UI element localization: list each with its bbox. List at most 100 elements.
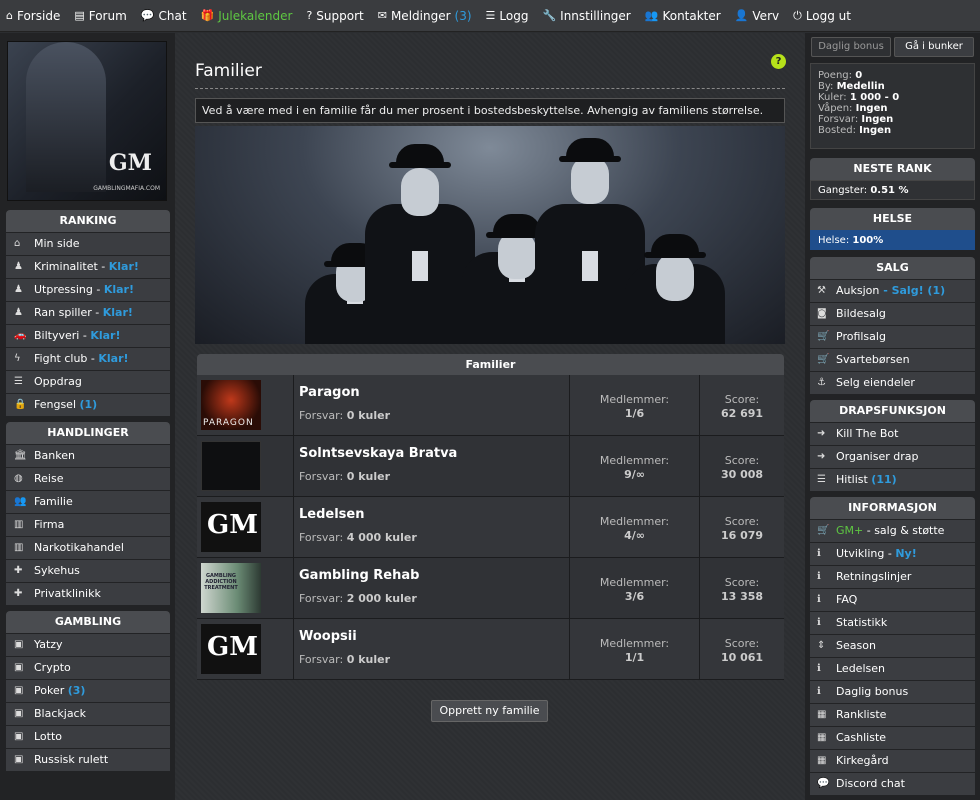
sidebar-item-ran-spiller[interactable]: ♟ Ran spiller - Klar! bbox=[6, 302, 170, 324]
nav-innstillinger[interactable]: 🔧 Innstillinger bbox=[542, 9, 630, 23]
nav-meldinger[interactable]: ✉ Meldinger (3) bbox=[378, 9, 472, 23]
daily-bonus-button[interactable]: Daglig bonus bbox=[811, 37, 891, 57]
sidebar-item-daglig-bonus[interactable]: ℹ Daglig bonus bbox=[810, 681, 975, 703]
sidebar-item-auksjon[interactable]: ⚒ Auksjon - Salg! (1) bbox=[810, 280, 975, 302]
sidebar-item-cashliste[interactable]: ▦ Cashliste bbox=[810, 727, 975, 749]
family-row: GM Ledelsen Forsvar: 4 000 kuler Medlemmer:… bbox=[197, 497, 784, 558]
family-name-link[interactable]: Solntsevskaya Bratva bbox=[299, 446, 569, 461]
sidebar-item-faq[interactable]: ℹ FAQ bbox=[810, 589, 975, 611]
sidebar-item-label: Blackjack bbox=[34, 707, 86, 720]
table-icon: ▦ bbox=[817, 709, 827, 720]
family-logo[interactable] bbox=[201, 441, 261, 491]
sidebar-item-retningslinjer[interactable]: ℹ Retningslinjer bbox=[810, 566, 975, 588]
members-cell: Medlemmer: 3/6 bbox=[570, 558, 700, 618]
chat-icon: 💬 bbox=[817, 778, 830, 789]
defense-value: 2 000 kuler bbox=[346, 592, 417, 605]
handlinger-menu: HANDLINGER 🏛 Banken ◍ Reise 👥 Familie ▥ Firma ▥ N… bbox=[6, 422, 170, 605]
sidebar-item-biltyveri[interactable]: 🚗 Biltyveri - Klar! bbox=[6, 325, 170, 347]
nav-kontakter[interactable]: 👥 Kontakter bbox=[645, 9, 721, 23]
members-label: Medlemmer: bbox=[599, 454, 670, 467]
nav-chat[interactable]: 💬 Chat bbox=[141, 9, 187, 23]
sidebar-item-hitlist[interactable]: ☰ Hitlist (11) bbox=[810, 469, 975, 491]
members-value: 4/∞ bbox=[624, 529, 645, 542]
family-name-link[interactable]: Gambling Rehab bbox=[299, 568, 569, 583]
family-name-link[interactable]: Paragon bbox=[299, 385, 569, 400]
sidebar-item-blackjack[interactable]: ▣ Blackjack bbox=[6, 703, 170, 725]
sidebar-item-poker[interactable]: ▣ Poker (3) bbox=[6, 680, 170, 702]
sidebar-item-yatzy[interactable]: ▣ Yatzy bbox=[6, 634, 170, 656]
sidebar-item-svartebørsen[interactable]: 🛒 Svartebørsen bbox=[810, 349, 975, 371]
sidebar-item-russisk-rulett[interactable]: ▣ Russisk rulett bbox=[6, 749, 170, 771]
sidebar-item-reise[interactable]: ◍ Reise bbox=[6, 468, 170, 490]
nav-forside[interactable]: ⌂ Forside bbox=[6, 9, 60, 23]
sidebar-item-season[interactable]: ⇕ Season bbox=[810, 635, 975, 657]
salg-menu: SALG ⚒ Auksjon - Salg! (1) ◙ Bildesalg 🛒 Prof… bbox=[810, 257, 975, 394]
sidebar-item-utvikling[interactable]: ℹ Utvikling - Ny! bbox=[810, 543, 975, 565]
sidebar-item-profilsalg[interactable]: 🛒 Profilsalg bbox=[810, 326, 975, 348]
nav-logg-ut[interactable]: ⏻ Logg ut bbox=[793, 9, 851, 23]
globe-icon: ◍ bbox=[14, 473, 23, 484]
family-name-cell: Gambling Rehab Forsvar: 2 000 kuler bbox=[294, 558, 570, 618]
sidebar-item-sykehus[interactable]: ✚ Sykehus bbox=[6, 560, 170, 582]
face bbox=[656, 253, 694, 301]
status-badge: (3) bbox=[67, 684, 86, 697]
sidebar-item-kill-the-bot[interactable]: ➜ Kill The Bot bbox=[810, 423, 975, 445]
nav-julekalender[interactable]: 🎁 Julekalender bbox=[201, 9, 293, 23]
sidebar-item-banken[interactable]: 🏛 Banken bbox=[6, 445, 170, 467]
sidebar-item-min-side[interactable]: ⌂ Min side bbox=[6, 233, 170, 255]
sidebar-item-gm+[interactable]: 🛒 GM+ - salg & støtte bbox=[810, 520, 975, 542]
score-cell: Score: 30 008 bbox=[700, 436, 784, 496]
list-icon: ☰ bbox=[14, 376, 23, 387]
members-value: 1/1 bbox=[624, 651, 645, 664]
family-logo-cell: GM bbox=[197, 497, 294, 557]
family-logo[interactable]: GAMBLING ADDICTION TREATMENT bbox=[201, 563, 261, 613]
sidebar-item-familie[interactable]: 👥 Familie bbox=[6, 491, 170, 513]
sidebar-item-narkotikahandel[interactable]: ▥ Narkotikahandel bbox=[6, 537, 170, 559]
sidebar-item-selg-eiendeler[interactable]: ⚓ Selg eiendeler bbox=[810, 372, 975, 394]
health-section: HELSE Helse: 100% bbox=[810, 208, 975, 250]
handlinger-header: HANDLINGER bbox=[6, 422, 170, 444]
sidebar-item-lotto[interactable]: ▣ Lotto bbox=[6, 726, 170, 748]
family-logo[interactable]: GM bbox=[201, 624, 261, 674]
camera-icon: ◙ bbox=[817, 308, 827, 319]
envelope-icon: ✉ bbox=[377, 9, 387, 22]
sidebar-item-kirkegård[interactable]: ▦ Kirkegård bbox=[810, 750, 975, 772]
sidebar-item-kriminalitet[interactable]: ♟ Kriminalitet - Klar! bbox=[6, 256, 170, 278]
family-logo[interactable]: GM bbox=[201, 502, 261, 552]
sidebar-item-fight-club[interactable]: ϟ Fight club - Klar! bbox=[6, 348, 170, 370]
sidebar-item-ledelsen[interactable]: ℹ Ledelsen bbox=[810, 658, 975, 680]
nav-label: Julekalender bbox=[218, 8, 293, 23]
sidebar-item-rankliste[interactable]: ▦ Rankliste bbox=[810, 704, 975, 726]
family-logo[interactable]: PARAGON bbox=[201, 380, 261, 430]
nav-forum[interactable]: ▤ Forum bbox=[74, 9, 126, 23]
sidebar-item-utpressing[interactable]: ♟ Utpressing - Klar! bbox=[6, 279, 170, 301]
sidebar-item-fengsel[interactable]: 🔒 Fengsel (1) bbox=[6, 394, 170, 416]
sidebar-item-bildesalg[interactable]: ◙ Bildesalg bbox=[810, 303, 975, 325]
sidebar-item-statistikk[interactable]: ℹ Statistikk bbox=[810, 612, 975, 634]
members-value: 9/∞ bbox=[624, 468, 645, 481]
defense-label: Forsvar: bbox=[299, 470, 344, 483]
sidebar-item-crypto[interactable]: ▣ Crypto bbox=[6, 657, 170, 679]
sidebar-item-label: Sykehus bbox=[34, 564, 80, 577]
sidebar-item-label: FAQ bbox=[836, 593, 858, 606]
nav-support[interactable]: ? Support bbox=[306, 9, 363, 23]
family-logo-cell bbox=[197, 436, 294, 496]
logo[interactable]: GM GAMBLINGMAFIA.COM bbox=[7, 41, 167, 201]
sidebar-item-discord-chat[interactable]: 💬 Discord chat bbox=[810, 773, 975, 795]
stat-value: Ingen bbox=[855, 103, 888, 114]
create-family-button[interactable]: Opprett ny familie bbox=[431, 700, 548, 722]
sidebar-item-oppdrag[interactable]: ☰ Oppdrag bbox=[6, 371, 170, 393]
help-icon[interactable]: ? bbox=[771, 54, 786, 69]
top-navigation: ⌂ Forside ▤ Forum 💬 Chat 🎁 Julekalender ? Support… bbox=[0, 0, 980, 32]
sidebar-item-organiser-drap[interactable]: ➜ Organiser drap bbox=[810, 446, 975, 468]
status-badge: Ny! bbox=[895, 547, 917, 560]
sidebar-item-firma[interactable]: ▥ Firma bbox=[6, 514, 170, 536]
nav-verv[interactable]: 👤 Verv bbox=[735, 9, 779, 23]
family-name-link[interactable]: Ledelsen bbox=[299, 507, 569, 522]
bunker-button[interactable]: Gå i bunker bbox=[894, 37, 974, 57]
score-value: 62 691 bbox=[720, 407, 764, 420]
nav-logg[interactable]: ☰ Logg bbox=[486, 9, 529, 23]
family-name-link[interactable]: Woopsii bbox=[299, 629, 569, 644]
sidebar-item-privatklinikk[interactable]: ✚ Privatklinikk bbox=[6, 583, 170, 605]
sidebar-item-label: Kill The Bot bbox=[836, 427, 899, 440]
